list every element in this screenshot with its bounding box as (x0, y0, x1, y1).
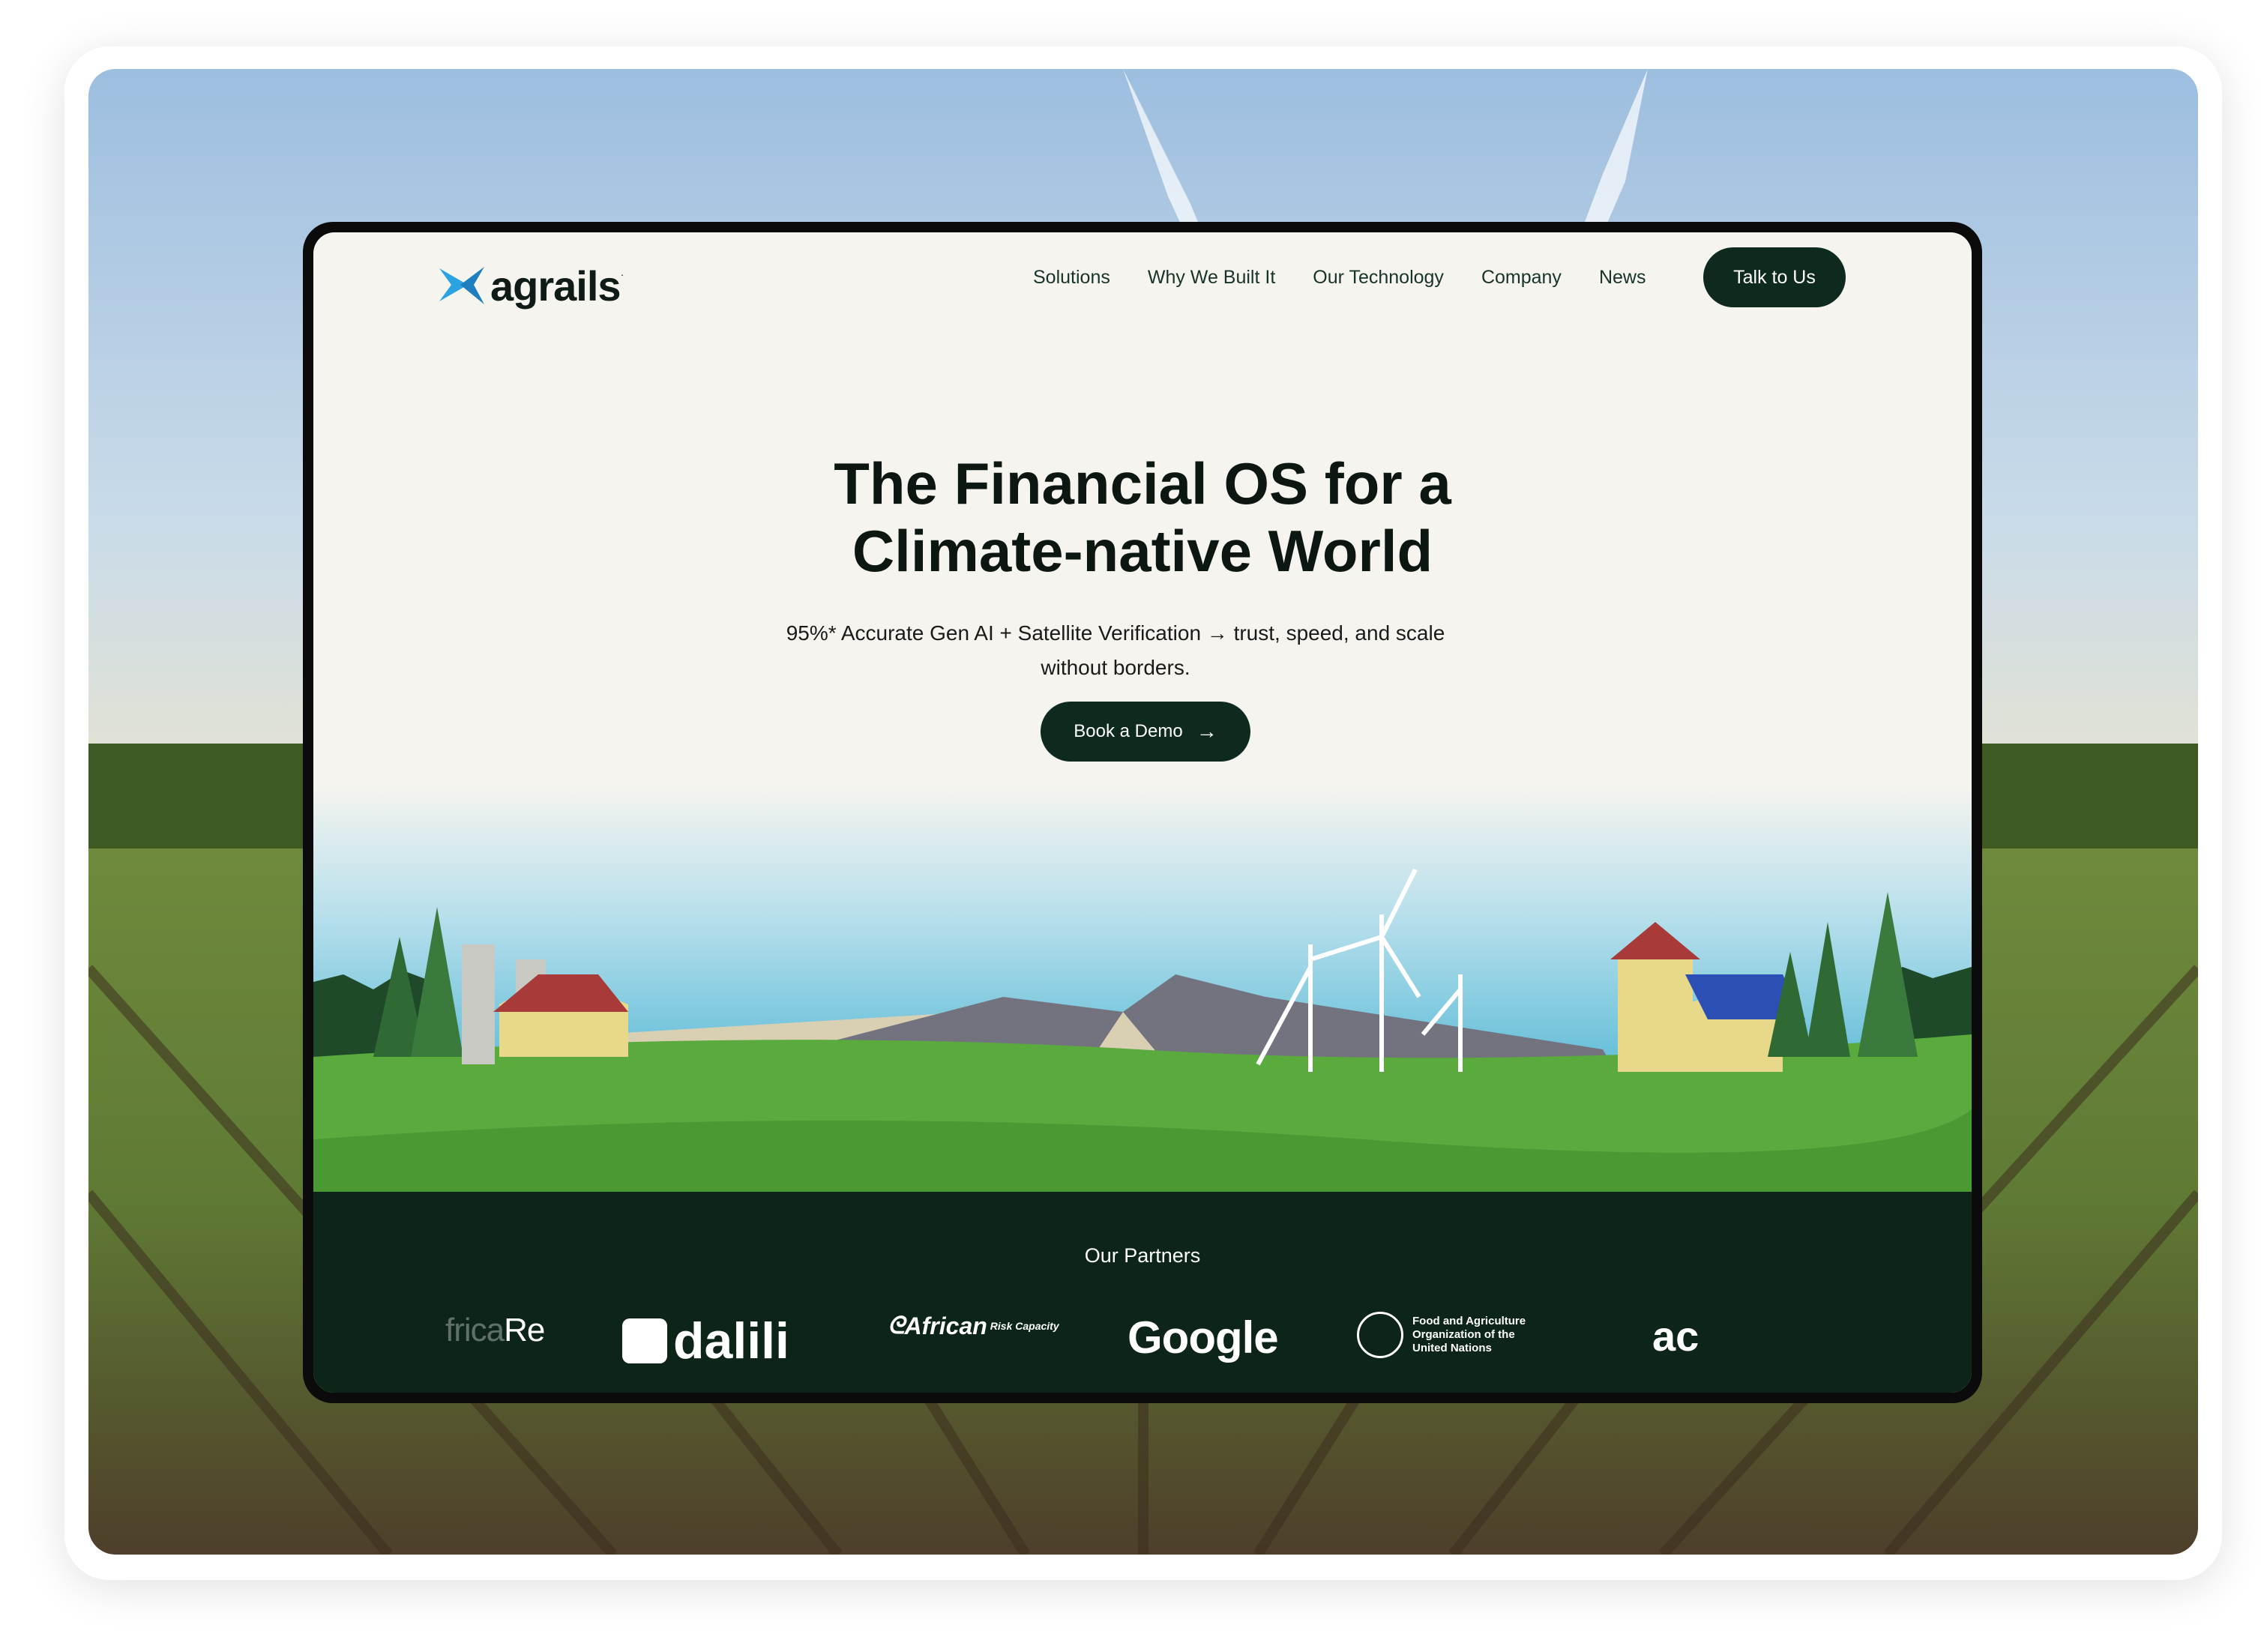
fao-logo-text: Food and Agriculture Organization of the… (1412, 1315, 1526, 1355)
talk-to-us-button[interactable]: Talk to Us (1703, 247, 1846, 307)
hero-title-line-2: Climate-native World (852, 518, 1433, 584)
partners-section: Our Partners frica Re dalili ᘓ African R… (313, 1192, 1972, 1393)
nav-link-solutions[interactable]: Solutions (1033, 267, 1110, 289)
fao-line-1: Food and Agriculture (1412, 1315, 1526, 1327)
arrow-right-icon: → (1196, 720, 1217, 743)
hero-title: The Financial OS for a Climate-native Wo… (313, 450, 1972, 585)
nav-link-why-we-built-it[interactable]: Why We Built It (1148, 267, 1275, 289)
africare-logo: frica Re (445, 1312, 545, 1349)
dalili-cloud-icon (622, 1318, 667, 1363)
website-screen: agrails · Solutions Why We Built It Our … (313, 232, 1972, 1393)
book-a-demo-button[interactable]: Book a Demo → (1041, 702, 1250, 762)
brand-name: agrails (490, 262, 621, 310)
brand-mark: · (620, 268, 624, 280)
book-a-demo-label: Book a Demo (1074, 721, 1183, 741)
nav-link-our-technology[interactable]: Our Technology (1313, 267, 1444, 289)
top-navigation: agrails · Solutions Why We Built It Our … (313, 232, 1972, 330)
hero-title-line-1: The Financial OS for a (834, 450, 1451, 516)
nav-link-company[interactable]: Company (1481, 267, 1562, 289)
fao-line-2: Organization of the (1412, 1328, 1515, 1341)
arc-logo-text: African (904, 1312, 987, 1339)
agrails-logo[interactable]: agrails · (438, 259, 624, 312)
arc-logo-subtext: Risk Capacity (990, 1320, 1059, 1332)
arc-symbol-icon: ᘓ (888, 1312, 905, 1339)
nav-links: Solutions Why We Built It Our Technology… (1033, 267, 1683, 289)
africare-logo-main: Re (504, 1312, 545, 1348)
hero-subtitle-line-2: without borders. (1041, 656, 1190, 679)
fao-line-3: United Nations (1412, 1342, 1492, 1354)
african-risk-capacity-logo: ᘓ African Risk Capacity (888, 1312, 1059, 1340)
partners-title: Our Partners (1084, 1244, 1201, 1267)
agrails-logo-icon (439, 267, 484, 304)
google-logo: Google (1128, 1312, 1279, 1363)
fao-logo: Food and Agriculture Organization of the… (1357, 1312, 1526, 1358)
dalili-logo-text: dalili (673, 1312, 789, 1369)
dalili-logo: dalili (622, 1312, 789, 1370)
fao-seal-icon (1357, 1312, 1403, 1358)
hero-subtitle-line-1: 95%* Accurate Gen AI + Satellite Verific… (786, 621, 1445, 645)
device-frame: agrails · Solutions Why We Built It Our … (303, 222, 1982, 1403)
africare-logo-faded: frica (445, 1312, 505, 1348)
nav-link-news[interactable]: News (1599, 267, 1646, 289)
ac-logo: ac (1652, 1312, 1700, 1360)
hero-subtitle: 95%* Accurate Gen AI + Satellite Verific… (763, 616, 1468, 685)
